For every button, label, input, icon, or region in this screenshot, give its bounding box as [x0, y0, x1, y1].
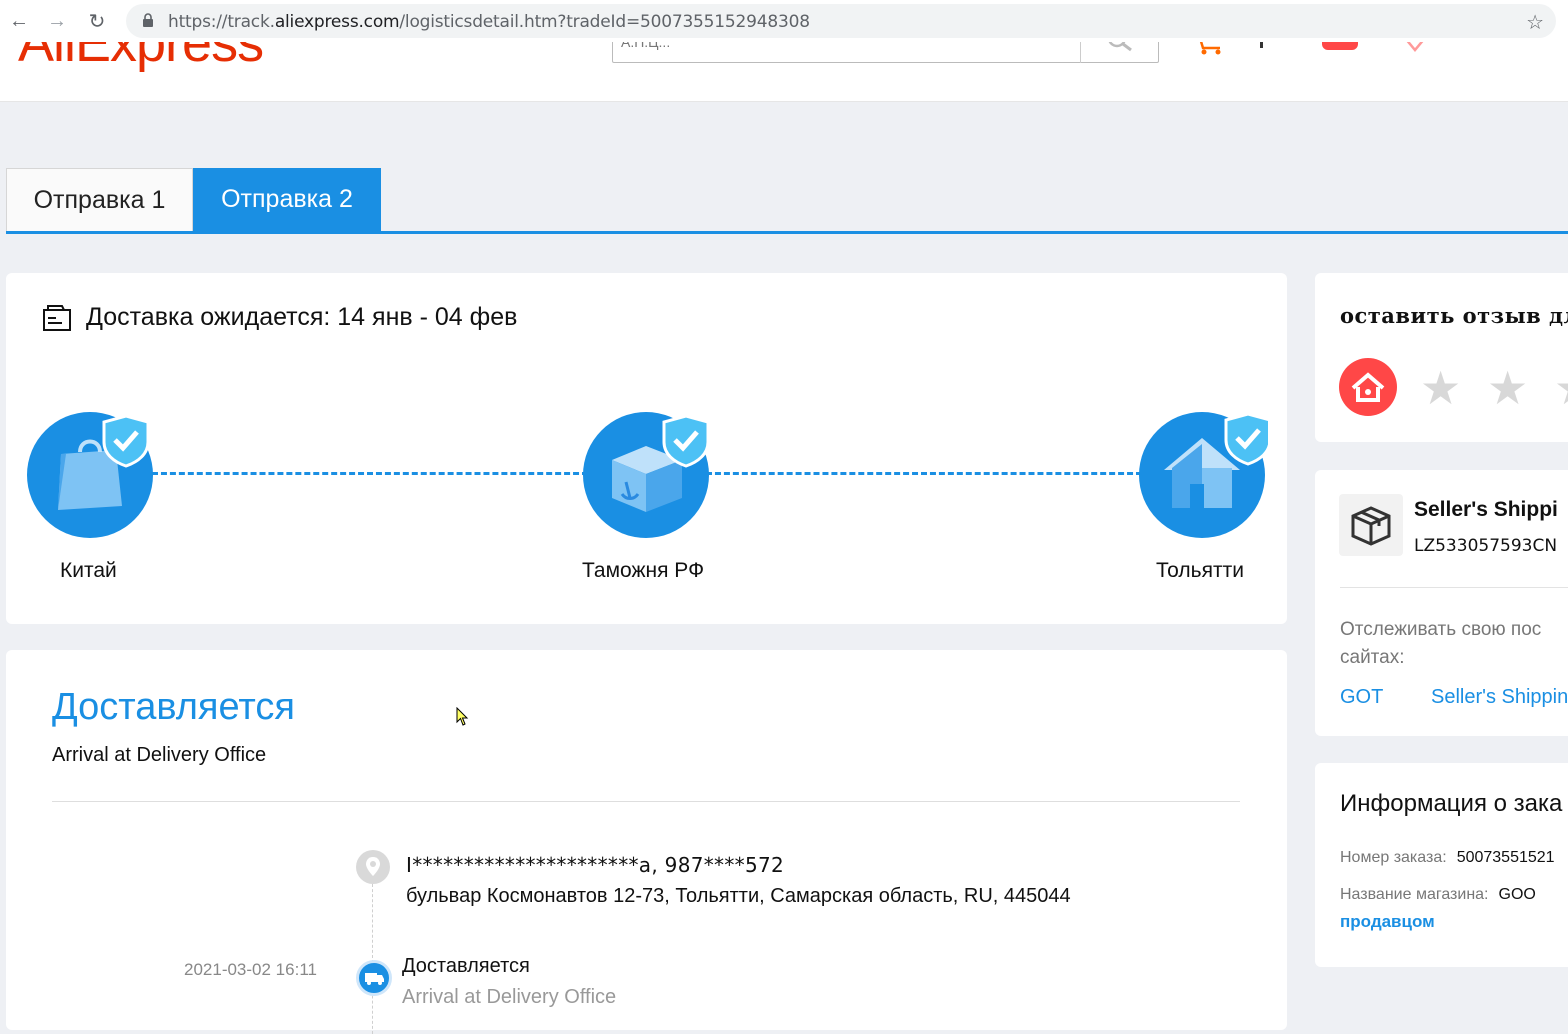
- destination-house-icon: [1139, 412, 1268, 538]
- origin-bag-icon: [27, 412, 153, 538]
- search-button[interactable]: [1080, 42, 1158, 63]
- truck-icon: [356, 960, 392, 996]
- shipping-divider: [1340, 587, 1568, 588]
- site-header: AliExpress А.П.Ц...: [0, 42, 1568, 102]
- location-pin-icon: [356, 850, 390, 884]
- rating-star-icon[interactable]: ★: [1420, 365, 1461, 411]
- event-subtitle: Arrival at Delivery Office: [402, 986, 617, 1008]
- order-number-value: 50073551521: [1456, 849, 1555, 866]
- reload-icon[interactable]: ↻: [84, 8, 110, 34]
- recipient-address: бульвар Космонавтов 12-73, Тольятти, Сам…: [406, 885, 1071, 907]
- contact-seller-link[interactable]: продавцом: [1340, 912, 1435, 932]
- delivery-box-icon: [43, 304, 71, 331]
- forward-icon[interactable]: →: [44, 8, 70, 34]
- header-separator: [1260, 42, 1263, 48]
- mouse-cursor-icon: [456, 707, 469, 726]
- event-timestamp: 2021-03-02 16:11: [184, 960, 317, 979]
- review-card: оставить отзыв для с ★ ★ ★: [1315, 273, 1568, 442]
- review-title: оставить отзыв для с: [1340, 303, 1568, 328]
- route-connector: [152, 472, 588, 475]
- customs-box-icon: [583, 412, 710, 538]
- cart-icon[interactable]: [1192, 42, 1226, 56]
- lock-icon: [143, 13, 153, 27]
- status-card: Доставляется Arrival at Delivery Office …: [6, 650, 1287, 1034]
- shipment-tabs: Отправка 1 Отправка 2: [6, 168, 1568, 234]
- got-link[interactable]: GOT: [1340, 686, 1383, 709]
- shipping-method-name: Seller's Shippi: [1414, 498, 1558, 521]
- order-info-card: Информация о зака Номер заказа: 500735515…: [1315, 763, 1568, 967]
- back-icon[interactable]: ←: [6, 8, 32, 34]
- address-bar[interactable]: https://track.aliexpress.com/logisticsde…: [126, 4, 1556, 38]
- aliexpress-logo[interactable]: AliExpress: [18, 42, 264, 74]
- header-badge[interactable]: [1322, 42, 1358, 50]
- package-icon: [1339, 494, 1403, 556]
- search-icon: [1108, 42, 1132, 52]
- url-domain: aliexpress.com: [274, 12, 400, 32]
- node-label-china: Китай: [60, 559, 117, 582]
- order-number-row: Номер заказа: 50073551521: [1340, 849, 1555, 867]
- delivery-estimate: Доставка ожидается: 14 янв - 04 фев: [42, 303, 517, 332]
- rating-star-icon[interactable]: ★: [1487, 365, 1528, 411]
- order-number-label: Номер заказа:: [1340, 849, 1447, 866]
- store-home-icon[interactable]: [1339, 358, 1397, 416]
- order-info-title: Информация о зака: [1340, 790, 1563, 817]
- search-placeholder: А.П.Ц...: [621, 42, 671, 50]
- search-input[interactable]: А.П.Ц...: [612, 42, 1159, 63]
- url-prefix: https://track.: [168, 12, 275, 32]
- delivery-estimate-text: Доставка ожидается: 14 янв - 04 фев: [86, 303, 518, 331]
- seller-shipping-link[interactable]: Seller's Shippin: [1431, 686, 1568, 709]
- route-card: Доставка ожидается: 14 янв - 04 фев Кита…: [6, 273, 1287, 624]
- track-elsewhere-text: Отслеживать свою пос сайтах:: [1340, 619, 1542, 668]
- url-path: /logisticsdetail.htm?tradeId=50073551529…: [399, 12, 810, 32]
- wishlist-heart-icon[interactable]: [1403, 42, 1427, 54]
- store-name-label: Название магазина:: [1340, 886, 1489, 903]
- recipient-name-phone: I**********************a, 987****572: [406, 853, 785, 877]
- route-connector: [706, 472, 1142, 475]
- tab-shipment-2[interactable]: Отправка 2: [193, 168, 381, 231]
- browser-toolbar: ← → ↻ https://track.aliexpress.com/logis…: [0, 0, 1568, 42]
- rating-star-icon[interactable]: ★: [1554, 365, 1568, 411]
- timeline-rail: [372, 884, 373, 1034]
- url-text: https://track.aliexpress.com/logisticsde…: [168, 12, 810, 32]
- store-name-value[interactable]: GOO: [1499, 886, 1536, 903]
- event-title: Доставляется: [402, 955, 530, 977]
- bookmark-star-icon[interactable]: ☆: [1526, 10, 1544, 35]
- store-name-row: Название магазина: GOO: [1340, 886, 1536, 904]
- tracking-number: LZ533057593CN: [1414, 536, 1558, 556]
- tab-shipment-1[interactable]: Отправка 1: [6, 168, 193, 231]
- node-label-togliatti: Тольятти: [1156, 559, 1244, 582]
- status-subtitle: Arrival at Delivery Office: [52, 744, 267, 766]
- status-title: Доставляется: [52, 686, 295, 728]
- node-label-customs: Таможня РФ: [582, 559, 705, 582]
- status-divider: [52, 801, 1240, 802]
- shipping-card: Seller's Shippi LZ533057593CN Отслеживат…: [1315, 470, 1568, 736]
